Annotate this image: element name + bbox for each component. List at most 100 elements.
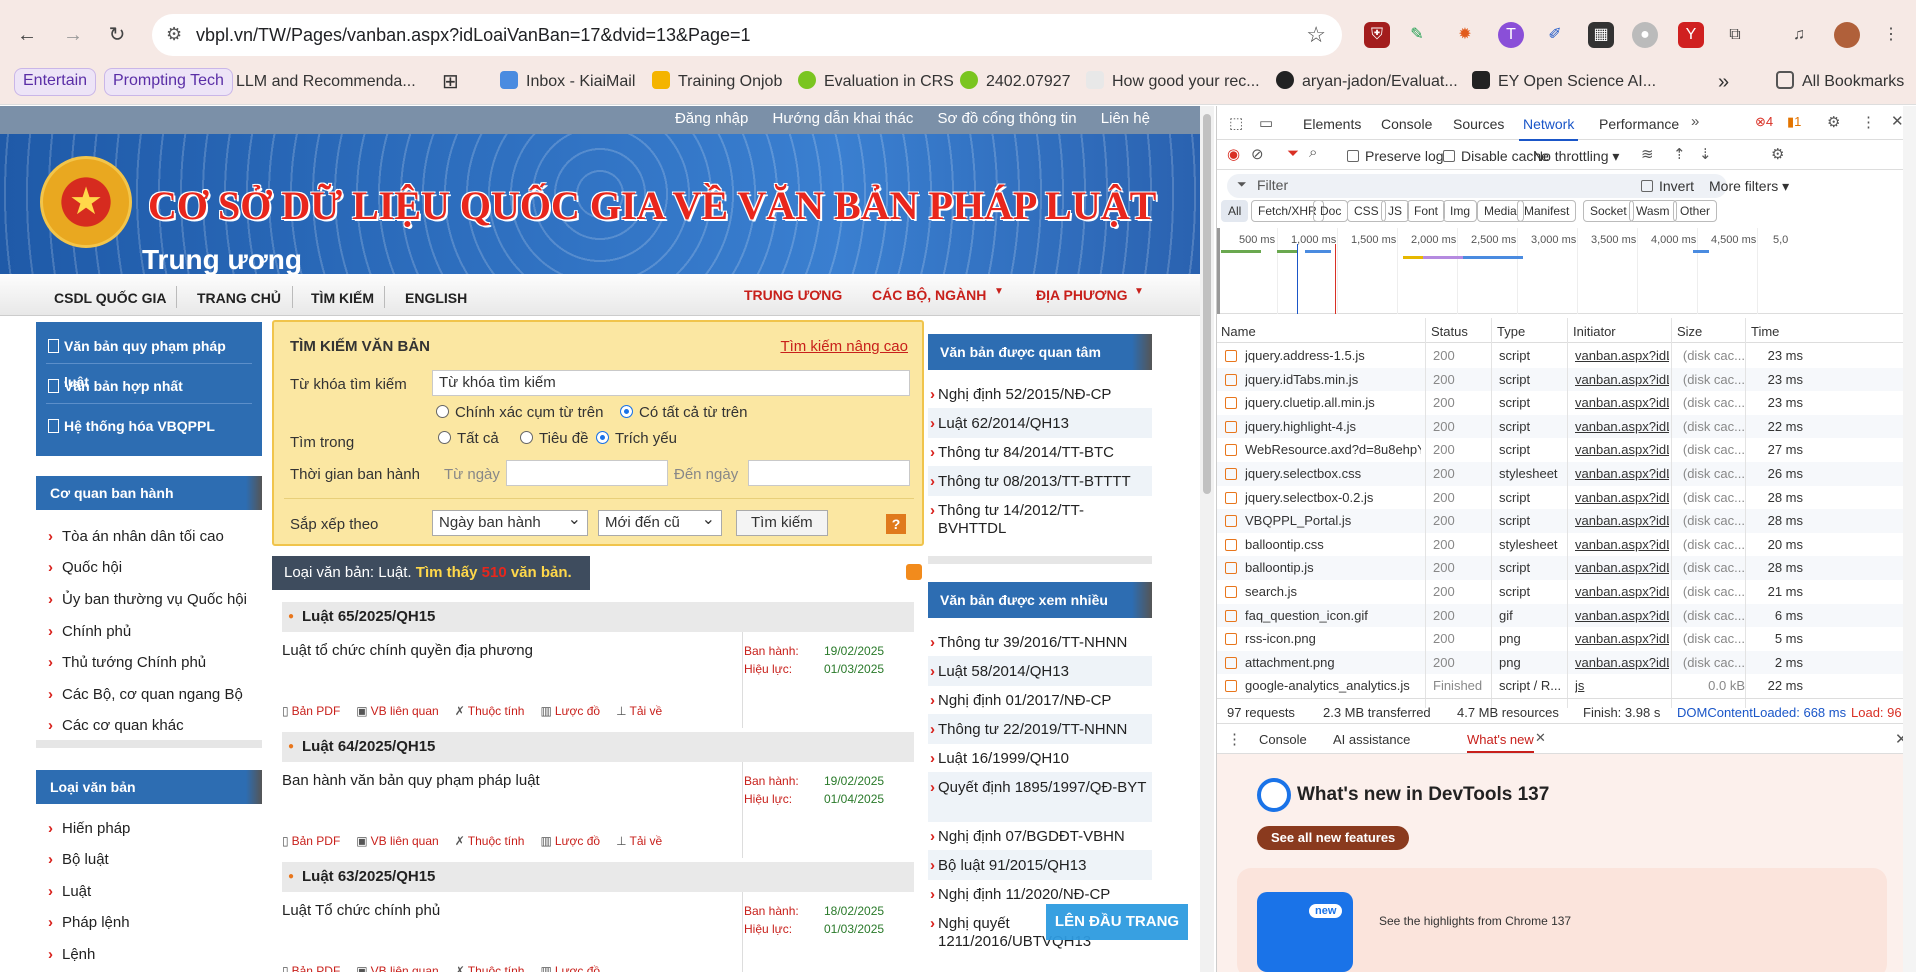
see-all-features-button[interactable]: See all new features [1257,826,1410,850]
side-link-toa-an[interactable]: Tòa án nhân dân tối cao [48,528,224,545]
type-filter-doc[interactable]: Doc [1313,200,1349,222]
in-title-radio[interactable]: Tiêu đề [520,430,588,447]
cell-initiator[interactable]: vanban.aspx?idLoaiV [1575,608,1669,623]
attributes-link[interactable]: ✗ Thuộc tính [455,704,525,718]
extension-shield-icon[interactable]: ⛨ [1364,22,1390,48]
nav-csdl[interactable]: CSDL QUỐC GIA [54,290,167,306]
error-count[interactable]: ⊗4 [1755,114,1773,130]
from-date-input[interactable] [506,460,668,486]
most-viewed-item[interactable]: Nghị định 01/2017/NĐ-CP [930,692,1148,710]
in-all-radio[interactable]: Tất cả [438,430,499,447]
cell-initiator[interactable]: vanban.aspx?idLoaiV [1575,395,1669,410]
cell-initiator[interactable]: vanban.aspx?idLoaiV [1575,537,1669,552]
bookmark-star-icon[interactable]: ☆ [1306,22,1326,48]
column-header-initiator[interactable]: Initiator [1573,324,1616,339]
throttling-select[interactable]: No throttling ▾ [1533,148,1619,165]
network-timeline-overview[interactable]: 500 ms 1,000 ms 1,500 ms 2,000 ms 2,500 … [1217,228,1916,314]
most-viewed-item[interactable]: Quyết định 1895/1997/QĐ-BYT [930,779,1148,797]
type-filter-font[interactable]: Font [1407,200,1446,222]
settings-gear-icon[interactable]: ⚙ [1827,113,1840,131]
close-icon[interactable]: ✕ [1891,112,1904,130]
diagram-link[interactable]: ▥ Lược đồ [540,964,600,972]
advanced-search-link[interactable]: Tìm kiếm nâng cao [780,338,908,355]
match-exact-radio[interactable]: Chính xác cụm từ trên [436,404,603,421]
side-link-chinh-phu[interactable]: Chính phủ [48,623,131,640]
extension-pen-icon[interactable]: ✎ [1404,22,1430,48]
sort-order-select[interactable]: Mới đến cũ [598,509,722,536]
drawer-tab-console[interactable]: Console [1259,732,1307,747]
bookmark-training[interactable]: Training Onjob [652,68,782,96]
most-viewed-item[interactable]: Luật 58/2014/QH13 [930,663,1148,681]
doc-title[interactable]: Luật Tổ chức chính phủ [282,902,440,919]
cell-initiator[interactable]: vanban.aspx?idLoaiV [1575,655,1669,670]
extension-y-icon[interactable]: Y [1678,22,1704,48]
preserve-log-checkbox[interactable]: Preserve log [1347,148,1444,164]
sidebar-item-vbqppl[interactable]: Văn bản quy phạm pháp luật [46,328,252,390]
type-filter-css[interactable]: CSS [1347,200,1386,222]
side-link-ubtvqh[interactable]: Ủy ban thường vụ Quốc hội [48,591,247,608]
cell-initiator[interactable]: vanban.aspx?idLoaiV [1575,584,1669,599]
extensions-puzzle-icon[interactable]: ⧉ [1722,22,1748,48]
cell-initiator[interactable]: js [1575,678,1669,693]
apps-grid-icon[interactable]: ⊞ [442,68,459,96]
in-summary-radio[interactable]: Trích yếu [596,430,677,447]
reload-icon[interactable]: ↻ [102,20,132,50]
to-date-input[interactable] [748,460,910,486]
sort-field-select[interactable]: Ngày ban hành [432,509,588,536]
extension-feather-icon[interactable]: ✐ [1542,22,1568,48]
invert-checkbox[interactable]: Invert [1641,178,1694,194]
side-link-lenh[interactable]: Lệnh [48,946,96,963]
inspect-icon[interactable]: ⬚ [1229,114,1243,132]
cell-initiator[interactable]: vanban.aspx?idLoaiV [1575,348,1669,363]
most-viewed-item[interactable]: Bộ luật 91/2015/QH13 [930,857,1148,875]
filter-funnel-icon[interactable]: ⏷ [1287,145,1299,162]
bookmark-inbox[interactable]: Inbox - KiaiMail [500,68,635,96]
most-viewed-item[interactable]: Thông tư 39/2016/TT-NHNN [930,634,1148,652]
cell-initiator[interactable]: vanban.aspx?idLoaiV [1575,631,1669,646]
tab-elements[interactable]: Elements [1303,116,1361,132]
related-link[interactable]: ▣ VB liên quan [356,704,438,718]
sidebar-item-hop-nhat[interactable]: Văn bản hợp nhất [46,368,252,404]
close-icon[interactable]: ✕ [1535,730,1546,746]
type-filter-wasm[interactable]: Wasm [1629,200,1677,222]
video-thumbnail[interactable]: new [1257,892,1353,972]
extension-flame-icon[interactable]: ✹ [1452,22,1478,48]
nav-dia-phuong[interactable]: ĐỊA PHƯƠNG [1036,287,1128,303]
side-link-khac[interactable]: Các cơ quan khác [48,717,184,734]
back-icon[interactable]: ← [12,20,42,50]
extension-grid-icon[interactable]: ▦ [1588,22,1614,48]
attributes-link[interactable]: ✗ Thuộc tính [455,964,525,972]
side-link-quoc-hoi[interactable]: Quốc hội [48,559,122,576]
featured-item[interactable]: Thông tư 84/2014/TT-BTC [930,444,1148,462]
contact-link[interactable]: Liên hệ [1101,110,1150,127]
bookmark-entertain[interactable]: Entertain [14,68,97,96]
more-bookmarks-icon[interactable]: » [1718,68,1729,96]
bookmark-ey[interactable]: EY Open Science AI... [1472,68,1656,96]
bookmark-llm[interactable]: LLM and Recommenda... [236,68,416,96]
page-scrollbar[interactable] [1200,106,1214,972]
type-filter-img[interactable]: Img [1443,200,1478,222]
tab-sources[interactable]: Sources [1453,116,1504,132]
warning-count[interactable]: ▮1 [1787,114,1801,130]
bookmark-howgood[interactable]: How good your rec... [1086,68,1260,96]
scrollbar-thumb[interactable] [1203,114,1211,494]
drawer-tab-ai[interactable]: AI assistance [1333,732,1410,747]
tab-performance[interactable]: Performance [1599,116,1679,132]
column-header-status[interactable]: Status [1431,324,1468,339]
attributes-link[interactable]: ✗ Thuộc tính [455,834,525,848]
most-viewed-item[interactable]: Luật 16/1999/QH10 [930,750,1148,768]
more-tabs-icon[interactable]: » [1691,113,1699,130]
side-link-phap-lenh[interactable]: Pháp lệnh [48,914,129,931]
tab-network[interactable]: Network [1518,116,1579,141]
doc-code[interactable]: Luật 65/2025/QH15 [282,602,914,632]
all-bookmarks[interactable]: All Bookmarks [1776,68,1904,96]
devtools-scrollbar[interactable] [1903,106,1916,972]
cell-initiator[interactable]: vanban.aspx?idLoaiV [1575,466,1669,481]
featured-item[interactable]: Thông tư 08/2013/TT-BTTTT [930,473,1148,491]
more-filters-button[interactable]: More filters ▾ [1709,178,1789,195]
record-icon[interactable]: ◉ [1227,145,1240,163]
help-icon[interactable]: ? [886,514,906,534]
export-har-icon[interactable]: ⇣ [1699,145,1712,163]
most-viewed-item[interactable]: Thông tư 22/2019/TT-NHNN [930,721,1148,739]
type-filter-js[interactable]: JS [1381,200,1410,222]
